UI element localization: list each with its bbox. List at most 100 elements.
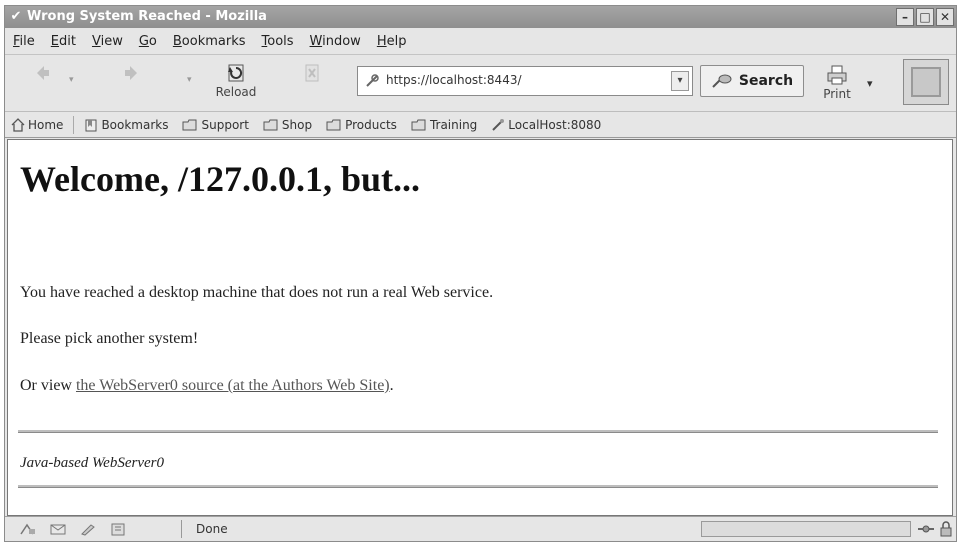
- search-label: Search: [738, 73, 794, 89]
- stop-button[interactable]: [289, 59, 335, 107]
- search-button[interactable]: Search: [700, 65, 804, 97]
- menu-help-mnemonic: H: [376, 33, 387, 49]
- shop-label: Shop: [281, 117, 313, 132]
- bookmark-folder-training[interactable]: Training: [411, 118, 477, 132]
- printer-icon: [827, 65, 847, 85]
- folder-icon: [263, 119, 278, 130]
- menu-view-mnemonic: V: [91, 33, 101, 49]
- menu-bookmarks[interactable]: Bookmarks: [173, 34, 246, 49]
- paragraph-desktop-notice: You have reached a desktop machine that …: [20, 284, 494, 301]
- folder-icon: [326, 119, 341, 130]
- forward-arrow-icon: [125, 66, 137, 80]
- maximize-button[interactable]: □: [916, 8, 934, 26]
- stop-icon: [305, 64, 319, 82]
- menu-window-rest: indow: [322, 33, 361, 49]
- webserver-source-link[interactable]: the WebServer0 source (at the Authors We…: [76, 377, 390, 394]
- horizontal-rule: [18, 430, 938, 433]
- navigation-toolbar: ▾ ▾ Reload https://localhost:8443/ ▾ Sea…: [5, 54, 956, 112]
- menu-edit-mnemonic: E: [50, 33, 59, 49]
- url-dropdown-chevron-icon[interactable]: ▾: [671, 71, 689, 91]
- menu-edit[interactable]: Edit: [51, 34, 76, 49]
- support-label: Support: [201, 117, 249, 132]
- menu-go-mnemonic: G: [138, 33, 149, 49]
- home-bookmark[interactable]: Home: [11, 118, 63, 132]
- browser-window: ✔ Wrong System Reached - Mozilla – □ ✕ F…: [4, 5, 957, 542]
- folder-icon: [182, 119, 197, 130]
- progress-bar: [701, 521, 911, 537]
- personal-toolbar: Home Bookmarks Support Shop Products Tra…: [5, 112, 956, 138]
- reload-icon: [228, 64, 244, 82]
- horizontal-rule: [18, 485, 938, 488]
- page-content: Welcome, /127.0.0.1, but... You have rea…: [7, 139, 953, 516]
- url-bar[interactable]: https://localhost:8443/ ▾: [357, 66, 693, 96]
- forward-button[interactable]: [109, 59, 155, 107]
- menu-view[interactable]: View: [92, 34, 123, 49]
- title-bar[interactable]: ✔ Wrong System Reached - Mozilla – □ ✕: [5, 6, 956, 28]
- reload-label: Reload: [215, 85, 257, 99]
- status-text: Done: [196, 522, 228, 536]
- window-controls: – □ ✕: [896, 8, 954, 26]
- toolbar-separator: [73, 115, 75, 134]
- throbber-logo[interactable]: [903, 59, 949, 105]
- localhost-label: LocalHost:8080: [508, 117, 602, 132]
- menu-help[interactable]: Help: [377, 34, 407, 49]
- site-icon: [366, 74, 379, 87]
- menu-edit-rest: dit: [59, 33, 76, 49]
- composer-icon[interactable]: [79, 522, 97, 536]
- menu-tools[interactable]: Tools: [262, 34, 294, 49]
- menu-file[interactable]: File: [13, 34, 35, 49]
- bookmark-link-icon: [492, 118, 505, 131]
- menu-go[interactable]: Go: [139, 34, 157, 49]
- menu-window[interactable]: Window: [310, 34, 361, 49]
- bookmarks-label: Bookmarks: [101, 117, 169, 132]
- bookmarks-icon: [85, 119, 97, 131]
- window-title: Wrong System Reached - Mozilla: [27, 9, 267, 24]
- page-footer: Java-based WebServer0: [20, 455, 164, 471]
- menu-file-rest: ile: [19, 33, 35, 49]
- url-text[interactable]: https://localhost:8443/: [386, 73, 522, 87]
- view-source-prefix: Or view: [20, 377, 76, 394]
- menu-bookmarks-mnemonic: B: [172, 33, 182, 49]
- bookmark-folder-shop[interactable]: Shop: [263, 118, 312, 132]
- paragraph-pick-another: Please pick another system!: [20, 330, 199, 347]
- forward-history-chevron-icon[interactable]: ▾: [187, 75, 195, 85]
- print-button[interactable]: Print: [817, 61, 857, 107]
- security-lock-icon[interactable]: [939, 520, 953, 538]
- online-status-icon[interactable]: [917, 520, 935, 538]
- training-label: Training: [429, 117, 478, 132]
- navigator-icon[interactable]: [19, 522, 37, 536]
- address-book-icon[interactable]: [109, 522, 127, 536]
- menu-view-rest: iew: [100, 33, 123, 49]
- status-bar: Done: [5, 516, 956, 541]
- view-source-suffix: .: [389, 377, 394, 394]
- statusbar-separator: [181, 520, 182, 538]
- search-icon: [712, 74, 732, 88]
- minimize-button[interactable]: –: [896, 8, 914, 26]
- page-heading: Welcome, /127.0.0.1, but...: [20, 159, 420, 199]
- menu-bookmarks-rest: ookmarks: [181, 33, 246, 49]
- bookmark-folder-products[interactable]: Products: [326, 118, 397, 132]
- folder-icon: [411, 119, 426, 130]
- bookmarks-button[interactable]: Bookmarks: [84, 118, 168, 132]
- paragraph-view-source: Or view the WebServer0 source (at the Au…: [20, 377, 394, 395]
- menu-tools-rest: ools: [267, 33, 294, 49]
- home-label: Home: [28, 117, 64, 132]
- back-history-chevron-icon[interactable]: ▾: [69, 75, 77, 85]
- home-icon: [11, 117, 25, 132]
- reload-button[interactable]: Reload: [213, 59, 259, 107]
- menu-bar: File Edit View Go Bookmarks Tools Window…: [5, 28, 956, 54]
- back-button[interactable]: [19, 59, 65, 107]
- print-label: Print: [823, 87, 851, 101]
- mail-icon[interactable]: [49, 522, 67, 536]
- bookmark-folder-support[interactable]: Support: [182, 117, 249, 132]
- products-label: Products: [345, 117, 397, 132]
- menu-help-rest: elp: [386, 33, 407, 49]
- throbber-icon: [911, 67, 941, 97]
- window-menu-icon[interactable]: ✔: [8, 9, 24, 25]
- back-arrow-icon: [37, 66, 49, 80]
- bookmark-localhost[interactable]: LocalHost:8080: [491, 118, 601, 132]
- component-bar: [5, 522, 181, 536]
- close-button[interactable]: ✕: [936, 8, 954, 26]
- menu-go-rest: o: [148, 33, 157, 49]
- print-dropdown-chevron-icon[interactable]: ▾: [867, 77, 873, 90]
